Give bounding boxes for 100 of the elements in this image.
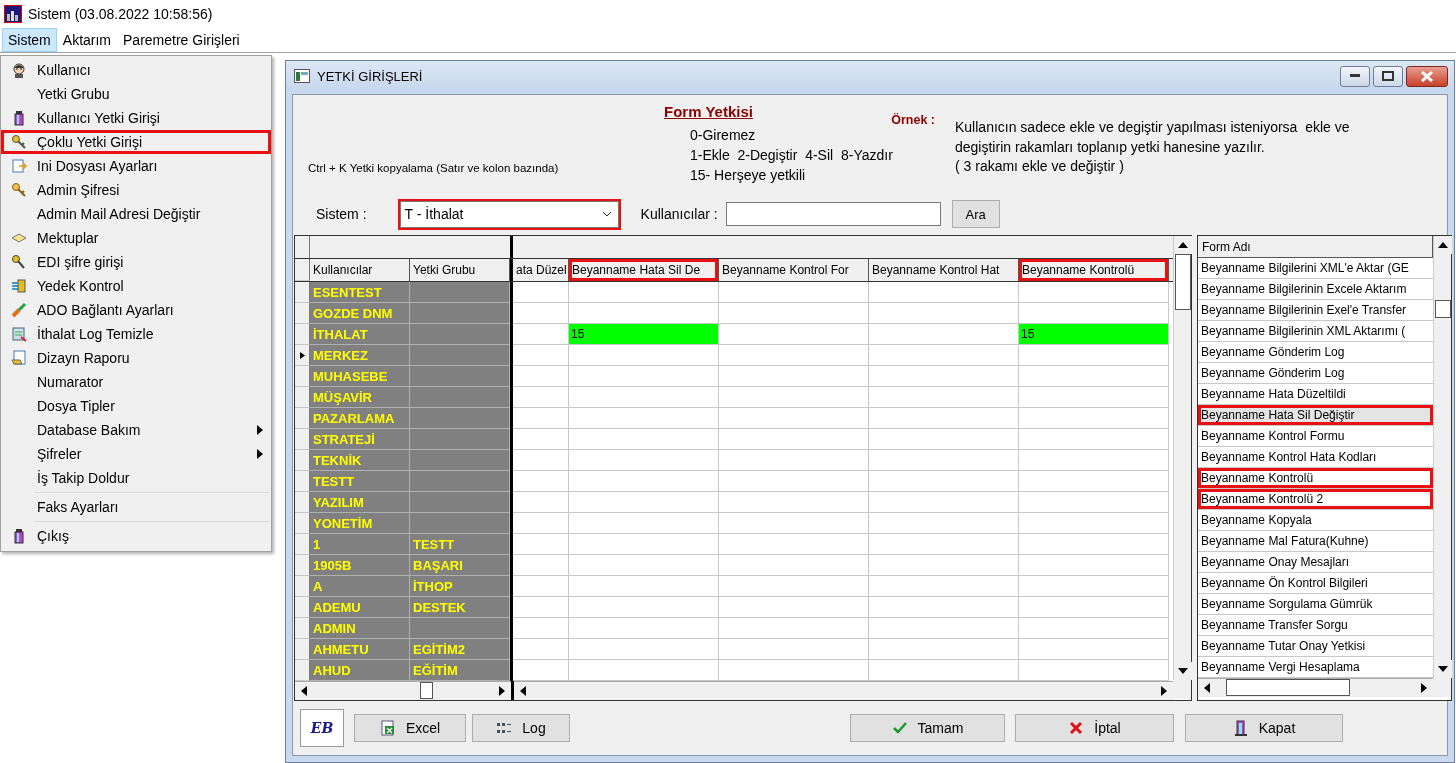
table-cell[interactable] [1019, 429, 1169, 450]
table-cell[interactable] [410, 408, 510, 429]
scrollbar-thumb[interactable] [420, 682, 433, 699]
scrollbar-thumb[interactable] [1175, 254, 1191, 310]
list-item[interactable]: Beyanname Gönderim Log [1198, 363, 1433, 384]
table-cell[interactable] [513, 618, 569, 639]
list-item[interactable]: Beyanname Gönderim Log [1198, 342, 1433, 363]
table-cell[interactable] [410, 618, 510, 639]
table-cell[interactable]: TESTT [310, 471, 410, 492]
list-item[interactable]: Beyanname Kontrol Hata Kodları [1198, 447, 1433, 468]
menu-item[interactable]: İthalat Log Temizle [1, 322, 271, 346]
table-cell[interactable] [569, 555, 719, 576]
table-cell[interactable] [1019, 597, 1169, 618]
table-cell[interactable]: TESTT [410, 534, 510, 555]
table-cell[interactable]: BAŞARI [410, 555, 510, 576]
table-cell[interactable] [1019, 639, 1169, 660]
table-cell[interactable] [869, 555, 1019, 576]
menu-item[interactable]: Mektuplar [1, 226, 271, 250]
table-cell[interactable] [569, 618, 719, 639]
table-cell[interactable]: 1905B [310, 555, 410, 576]
table-cell[interactable]: 1 [310, 534, 410, 555]
table-cell[interactable] [1019, 555, 1169, 576]
column-header[interactable]: Beyanname Hata Sil De [569, 259, 719, 281]
table-cell[interactable] [513, 303, 569, 324]
scrollbar-thumb[interactable] [1435, 300, 1451, 318]
table-cell[interactable] [869, 366, 1019, 387]
table-cell[interactable] [513, 282, 569, 303]
table-cell[interactable] [513, 345, 569, 366]
table-cell[interactable]: GOZDE DNM [310, 303, 410, 324]
column-header[interactable]: Beyanname Kontrol Hat [869, 259, 1019, 281]
table-cell[interactable] [569, 387, 719, 408]
table-cell[interactable] [1019, 492, 1169, 513]
table-cell[interactable] [719, 597, 869, 618]
scroll-right-arrow-icon[interactable] [1161, 686, 1167, 696]
menu-item[interactable]: Yedek Kontrol [1, 274, 271, 298]
table-cell[interactable]: TEKNİK [310, 450, 410, 471]
table-cell[interactable] [410, 303, 510, 324]
table-cell[interactable]: ADEMU [310, 597, 410, 618]
table-cell[interactable] [719, 345, 869, 366]
table-cell[interactable] [569, 597, 719, 618]
row-header[interactable] [295, 345, 310, 366]
table-cell[interactable] [719, 429, 869, 450]
table-cell[interactable] [719, 576, 869, 597]
table-cell[interactable] [869, 303, 1019, 324]
table-cell[interactable] [1019, 618, 1169, 639]
scroll-left-arrow-icon[interactable] [1204, 683, 1210, 693]
scrollbar-thumb[interactable] [1226, 679, 1350, 696]
list-item[interactable]: Beyanname Kopyala [1198, 510, 1433, 531]
menu-bar-item[interactable]: Aktarım [56, 28, 118, 52]
log-button[interactable]: Log [472, 714, 570, 742]
table-cell[interactable] [869, 345, 1019, 366]
table-cell[interactable] [719, 450, 869, 471]
list-item[interactable]: Beyanname Transfer Sorgu [1198, 615, 1433, 636]
scroll-up-arrow-icon[interactable] [1438, 242, 1448, 248]
table-cell[interactable] [569, 471, 719, 492]
table-cell[interactable] [410, 345, 510, 366]
table-cell[interactable] [869, 534, 1019, 555]
table-cell[interactable] [719, 534, 869, 555]
table-cell[interactable] [410, 366, 510, 387]
table-cell[interactable]: A [310, 576, 410, 597]
table-cell[interactable]: 15 [569, 324, 719, 345]
menu-bar-item[interactable]: Sistem [2, 28, 57, 52]
table-cell[interactable] [1019, 282, 1169, 303]
scroll-left-arrow-icon[interactable] [301, 686, 307, 696]
table-cell[interactable]: 15 [1019, 324, 1169, 345]
table-cell[interactable] [1019, 387, 1169, 408]
table-cell[interactable] [869, 618, 1019, 639]
scroll-up-arrow-icon[interactable] [1178, 242, 1188, 248]
table-cell[interactable] [869, 597, 1019, 618]
table-cell[interactable] [1019, 534, 1169, 555]
table-cell[interactable] [719, 408, 869, 429]
table-cell[interactable] [513, 429, 569, 450]
users-search-field[interactable] [725, 202, 941, 226]
table-cell[interactable] [869, 282, 1019, 303]
menu-item[interactable]: Kullanıcı Yetki Girişi [1, 106, 271, 130]
table-cell[interactable] [719, 471, 869, 492]
table-cell[interactable] [719, 492, 869, 513]
table-cell[interactable]: MUHASEBE [310, 366, 410, 387]
horizontal-scrollbar[interactable] [514, 681, 1173, 700]
table-cell[interactable] [1019, 513, 1169, 534]
vertical-scrollbar[interactable] [1173, 236, 1191, 680]
menu-item[interactable]: Kullanıcı [1, 58, 271, 82]
table-cell[interactable] [869, 408, 1019, 429]
horizontal-scrollbar[interactable] [1198, 678, 1433, 697]
table-cell[interactable]: DESTEK [410, 597, 510, 618]
menu-item[interactable]: İş Takip Doldur [1, 466, 271, 490]
table-cell[interactable]: YONETİM [310, 513, 410, 534]
table-cell[interactable] [513, 639, 569, 660]
scroll-left-arrow-icon[interactable] [520, 686, 526, 696]
list-item[interactable]: Beyanname Tutar Onay Yetkisi [1198, 636, 1433, 657]
list-item[interactable]: Beyanname Onay Mesajları [1198, 552, 1433, 573]
table-cell[interactable] [410, 450, 510, 471]
table-cell[interactable] [719, 639, 869, 660]
table-cell[interactable] [569, 345, 719, 366]
table-cell[interactable] [569, 576, 719, 597]
table-cell[interactable]: ADMIN [310, 618, 410, 639]
table-cell[interactable] [869, 492, 1019, 513]
table-cell[interactable] [719, 324, 869, 345]
ok-button[interactable]: Tamam [850, 714, 1005, 742]
scroll-right-arrow-icon[interactable] [1421, 683, 1427, 693]
